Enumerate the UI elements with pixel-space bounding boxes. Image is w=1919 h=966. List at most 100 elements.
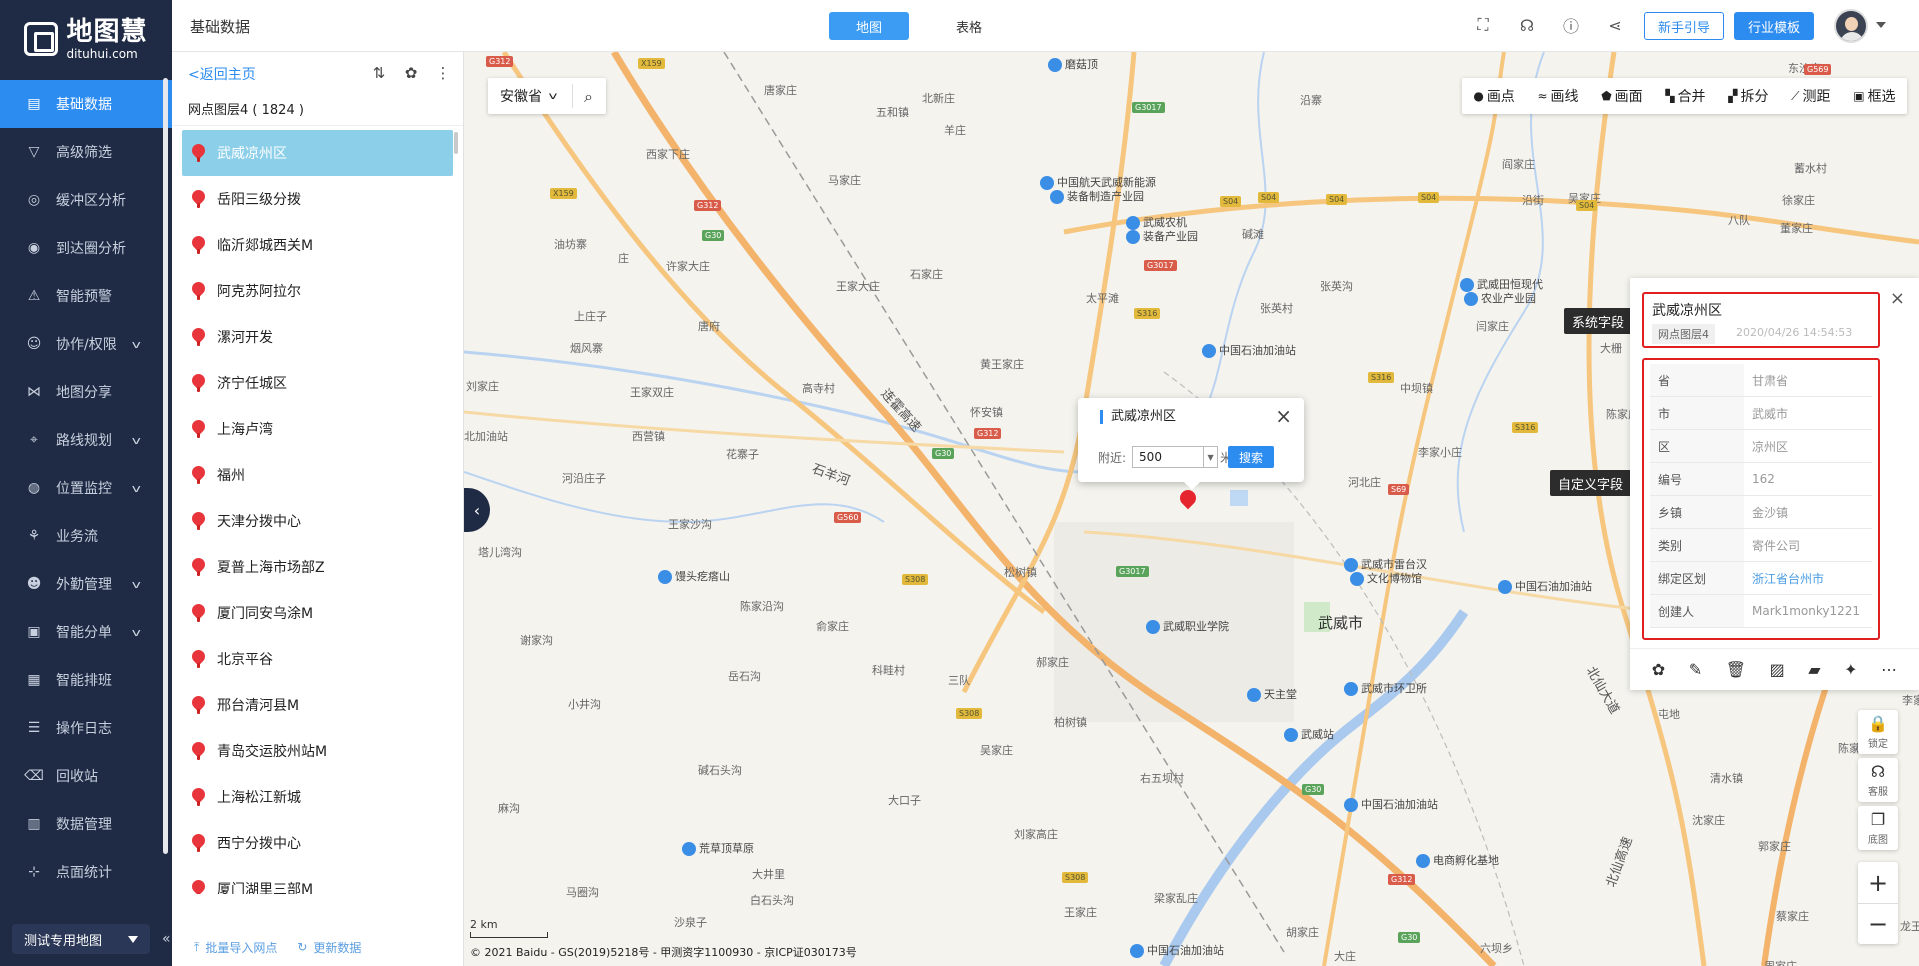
- selected-point-marker-icon[interactable]: [1180, 490, 1196, 512]
- tab-table[interactable]: 表格: [929, 12, 1009, 40]
- nav-item[interactable]: ⌖ 路线规划 v: [0, 416, 172, 464]
- nav-item[interactable]: ▦ 智能排班: [0, 656, 172, 704]
- help-icon[interactable]: ⓘ: [1560, 14, 1582, 36]
- close-icon[interactable]: ×: [1890, 288, 1905, 309]
- tool-select-box[interactable]: ▣ 框选: [1853, 86, 1895, 106]
- tool-split[interactable]: ▞ 拆分: [1728, 86, 1768, 106]
- poi-label[interactable]: 文化博物馆: [1350, 570, 1422, 586]
- nav-item[interactable]: ⚠ 智能预警: [0, 272, 172, 320]
- poi-label[interactable]: 中国石油加油站: [1344, 796, 1438, 812]
- nav-item[interactable]: ▤ 基础数据: [0, 80, 172, 128]
- search-button[interactable]: 搜索: [1228, 446, 1274, 468]
- nav-item[interactable]: ⌫ 回收站: [0, 752, 172, 800]
- refresh-data-button[interactable]: ↻ 更新数据: [297, 939, 361, 956]
- palette-icon[interactable]: ✿: [403, 64, 419, 82]
- guide-button[interactable]: 新手引导: [1644, 12, 1724, 40]
- back-home-link[interactable]: <返回主页: [188, 64, 256, 84]
- avatar[interactable]: [1834, 9, 1868, 43]
- share-icon[interactable]: ⋖: [1604, 14, 1626, 36]
- nav-scrollbar[interactable]: [163, 78, 168, 854]
- point-list-item[interactable]: 厦门同安乌涂M: [182, 590, 453, 636]
- point-list-item[interactable]: 临沂郯城西关M: [182, 222, 453, 268]
- nav-item[interactable]: ◍ 位置监控 v: [0, 464, 172, 512]
- image-icon[interactable]: ▨: [1770, 660, 1785, 679]
- headset-icon[interactable]: ☊: [1516, 14, 1538, 36]
- poi-label[interactable]: 天主堂: [1247, 686, 1297, 702]
- poi-label[interactable]: 馒头疙瘩山: [658, 568, 730, 584]
- province-selector[interactable]: 安徽省 v ⌕: [488, 78, 606, 114]
- folder-icon[interactable]: ▰: [1808, 660, 1820, 679]
- point-list-item[interactable]: 邢台清河县M: [182, 682, 453, 728]
- lock-button[interactable]: 🔒 锁定: [1858, 710, 1898, 754]
- point-list-item[interactable]: 西宁分拨中心: [182, 820, 453, 866]
- point-list-item[interactable]: 夏普上海市场部Z: [182, 544, 453, 590]
- zoom-out-button[interactable]: −: [1858, 903, 1898, 944]
- nav-item[interactable]: ⋈ 地图分享: [0, 368, 172, 416]
- tool-pin[interactable]: ● 画点: [1473, 86, 1514, 106]
- radius-dropdown-icon[interactable]: ▼: [1204, 446, 1219, 468]
- sort-icon[interactable]: ⇅: [371, 64, 387, 82]
- point-list-scrollbar[interactable]: [454, 132, 458, 154]
- point-list-item[interactable]: 青岛交运胶州站M: [182, 728, 453, 774]
- poi-label[interactable]: 荒草顶草原: [682, 840, 754, 856]
- nav-item[interactable]: ☰ 操作日志: [0, 704, 172, 752]
- tool-ruler[interactable]: ⟋ 测距: [1791, 86, 1830, 106]
- point-list-item[interactable]: 厦门湖里三部M: [182, 866, 453, 894]
- caret-down-icon[interactable]: [1876, 22, 1886, 28]
- service-button[interactable]: ☊ 客服: [1858, 758, 1898, 802]
- point-list-item[interactable]: 北京平谷: [182, 636, 453, 682]
- poi-label[interactable]: 装备制造产业园: [1050, 188, 1144, 204]
- nav-item[interactable]: ☺ 协作/权限 v: [0, 320, 172, 368]
- radius-input[interactable]: [1132, 446, 1205, 468]
- tab-map[interactable]: 地图: [829, 12, 909, 40]
- poi-label[interactable]: 装备产业园: [1126, 228, 1198, 244]
- poi-label[interactable]: 中国石油加油站: [1202, 342, 1296, 358]
- poi-label[interactable]: 中国石油加油站: [1130, 942, 1224, 958]
- palette-icon[interactable]: ✿: [1652, 660, 1665, 679]
- tool-polyline[interactable]: ≈ 画线: [1537, 86, 1578, 106]
- poi-label[interactable]: 武威市环卫所: [1344, 680, 1427, 696]
- nav-item[interactable]: ▥ 数据管理: [0, 800, 172, 848]
- map-canvas[interactable]: 磨菇顶东沙窝唐家庄北新庄沿寨五和镇羊庄西家下庄阎家庄蓄水村马家庄中国航天武威新能…: [464, 52, 1919, 966]
- close-icon[interactable]: ×: [1275, 404, 1292, 428]
- more-vertical-icon[interactable]: ⋮: [435, 64, 451, 82]
- basemap-button[interactable]: ❐ 底图: [1858, 806, 1898, 850]
- brand-logo[interactable]: 地图慧 dituhui.com: [0, 0, 172, 78]
- point-list-item[interactable]: 岳阳三级分拨: [182, 176, 453, 222]
- poi-label[interactable]: 农业产业园: [1464, 290, 1536, 306]
- nav-item[interactable]: ▽ 高级筛选: [0, 128, 172, 176]
- point-list-item[interactable]: 武威凉州区: [182, 130, 453, 176]
- nav-item[interactable]: ▣ 智能分单 v: [0, 608, 172, 656]
- nav-item[interactable]: ◎ 缓冲区分析: [0, 176, 172, 224]
- batch-import-button[interactable]: ⤒ 批量导入网点: [194, 939, 277, 956]
- more-icon[interactable]: ⋯: [1881, 660, 1897, 679]
- fullscreen-icon[interactable]: ⛶: [1472, 14, 1494, 36]
- search-icon[interactable]: ⌕: [584, 87, 593, 107]
- poi-label[interactable]: 武威职业学院: [1146, 618, 1229, 634]
- collapse-nav-icon[interactable]: «: [162, 931, 171, 947]
- tool-polygon[interactable]: ⬟ 画面: [1601, 86, 1642, 106]
- tool-merge[interactable]: ▚ 合并: [1665, 86, 1705, 106]
- nav-item[interactable]: ◉ 到达圈分析: [0, 224, 172, 272]
- poi-label[interactable]: 磨菇顶: [1048, 56, 1098, 72]
- field-value-link[interactable]: 浙江省台州市: [1744, 570, 1824, 587]
- poi-label[interactable]: 武威站: [1284, 726, 1334, 742]
- poi-label[interactable]: 中国石油加油站: [1498, 578, 1592, 594]
- point-list-item[interactable]: 上海松江新城: [182, 774, 453, 820]
- delete-icon[interactable]: 🗑: [1726, 660, 1746, 679]
- point-list-item[interactable]: 天津分拨中心: [182, 498, 453, 544]
- style-icon[interactable]: ✦: [1844, 660, 1857, 679]
- industry-template-button[interactable]: 行业模板: [1734, 12, 1814, 40]
- point-list-item[interactable]: 阿克苏阿拉尔: [182, 268, 453, 314]
- zoom-in-button[interactable]: +: [1858, 862, 1898, 903]
- point-list-item[interactable]: 济宁任城区: [182, 360, 453, 406]
- edit-icon[interactable]: ✎: [1689, 660, 1702, 679]
- point-list-item[interactable]: 漯河开发: [182, 314, 453, 360]
- poi-label[interactable]: 电商孵化基地: [1416, 852, 1499, 868]
- point-list-item[interactable]: 上海卢湾: [182, 406, 453, 452]
- nav-item[interactable]: ⚘ 业务流: [0, 512, 172, 560]
- map-selector[interactable]: 测试专用地图: [12, 924, 150, 954]
- nav-item[interactable]: ☻ 外勤管理 v: [0, 560, 172, 608]
- nav-item[interactable]: ⊹ 点面统计: [0, 848, 172, 896]
- point-list-item[interactable]: 福州: [182, 452, 453, 498]
